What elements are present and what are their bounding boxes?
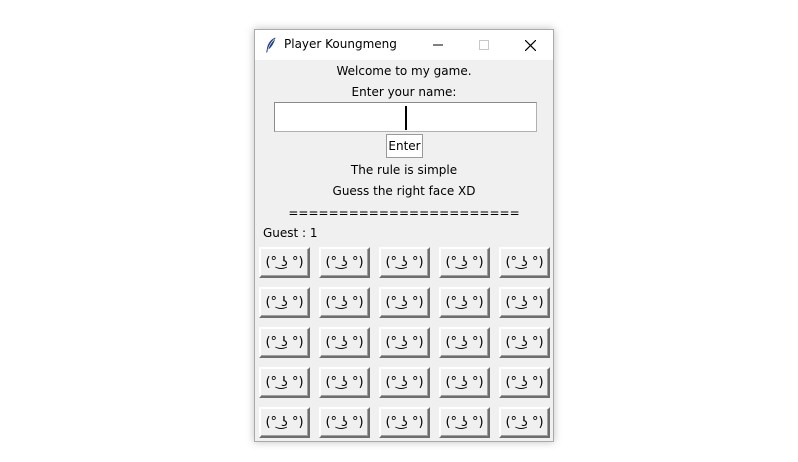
face-button[interactable]: (° ͜ʖ °): [439, 407, 490, 438]
welcome-label: Welcome to my game.: [336, 64, 472, 78]
separator-label: =======================: [288, 206, 520, 220]
face-button[interactable]: (° ͜ʖ °): [439, 287, 490, 318]
maximize-button[interactable]: [461, 30, 507, 60]
name-prompt-label: Enter your name:: [351, 85, 457, 99]
rule-label: The rule is simple: [350, 163, 458, 177]
face-button[interactable]: (° ͜ʖ °): [499, 367, 550, 398]
face-button[interactable]: (° ͜ʖ °): [379, 407, 430, 438]
guest-label: Guest : 1: [263, 226, 318, 240]
face-button[interactable]: (° ͜ʖ °): [379, 287, 430, 318]
text-caret: [405, 106, 407, 130]
face-button[interactable]: (° ͜ʖ °): [379, 367, 430, 398]
face-button[interactable]: (° ͜ʖ °): [379, 247, 430, 278]
title-bar[interactable]: Player Koungmeng: [255, 30, 553, 60]
face-button[interactable]: (° ͜ʖ °): [499, 287, 550, 318]
enter-button[interactable]: Enter: [386, 134, 423, 158]
face-button[interactable]: (° ͜ʖ °): [499, 407, 550, 438]
face-button[interactable]: (° ͜ʖ °): [319, 327, 370, 358]
window-title: Player Koungmeng: [284, 37, 397, 51]
minimize-icon: [433, 44, 443, 46]
face-button[interactable]: (° ͜ʖ °): [259, 407, 310, 438]
minimize-button[interactable]: [415, 30, 461, 60]
face-button[interactable]: (° ͜ʖ °): [439, 327, 490, 358]
face-button[interactable]: (° ͜ʖ °): [319, 287, 370, 318]
face-button[interactable]: (° ͜ʖ °): [259, 367, 310, 398]
face-button[interactable]: (° ͜ʖ °): [259, 327, 310, 358]
face-button[interactable]: (° ͜ʖ °): [259, 287, 310, 318]
face-button[interactable]: (° ͜ʖ °): [319, 367, 370, 398]
face-button[interactable]: (° ͜ʖ °): [319, 407, 370, 438]
face-button[interactable]: (° ͜ʖ °): [499, 247, 550, 278]
close-icon: [524, 39, 536, 51]
maximize-icon: [479, 40, 489, 50]
close-button[interactable]: [507, 30, 553, 60]
face-button[interactable]: (° ͜ʖ °): [439, 247, 490, 278]
goal-label: Guess the right face XD: [332, 184, 476, 198]
face-button[interactable]: (° ͜ʖ °): [379, 327, 430, 358]
face-button[interactable]: (° ͜ʖ °): [259, 247, 310, 278]
game-window: Player Koungmeng Welcome to my game. Ent…: [254, 29, 554, 442]
face-button[interactable]: (° ͜ʖ °): [319, 247, 370, 278]
face-button[interactable]: (° ͜ʖ °): [439, 367, 490, 398]
face-button-grid: (° ͜ʖ °) (° ͜ʖ °) (° ͜ʖ °) (° ͜ʖ °) (° ͜ʖ °)…: [259, 247, 551, 440]
face-button[interactable]: (° ͜ʖ °): [499, 327, 550, 358]
feather-icon: [266, 37, 276, 53]
